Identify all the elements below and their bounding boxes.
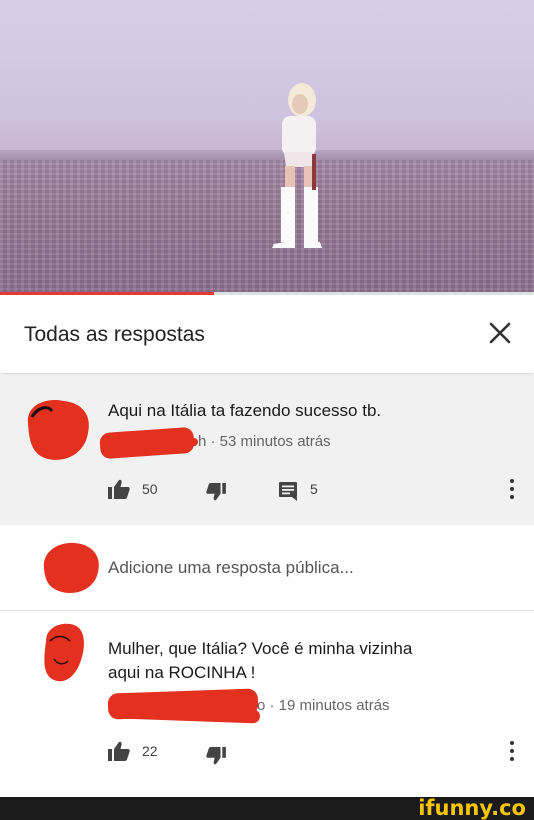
comment-text-line1: Mulher, que Itália? Você é minha vizinha <box>108 639 413 658</box>
avatar[interactable] <box>22 393 94 465</box>
video-player[interactable] <box>0 0 534 295</box>
like-icon[interactable] <box>108 741 130 761</box>
reply-icon[interactable] <box>278 481 298 501</box>
like-count: 50 <box>142 481 158 497</box>
reply-input-placeholder[interactable]: Adicione uma resposta pública... <box>108 558 354 578</box>
redacted-username-mark <box>112 438 198 446</box>
avatar[interactable] <box>40 621 86 685</box>
user-avatar <box>43 542 99 594</box>
parent-comment: Aqui na Itália ta fazendo sucesso tb. h … <box>0 375 534 525</box>
reply-input-row[interactable]: Adicione uma resposta pública... <box>0 526 534 611</box>
more-options-icon[interactable] <box>510 741 516 765</box>
like-icon[interactable] <box>108 479 130 499</box>
person-figure <box>272 83 322 248</box>
dislike-icon[interactable] <box>206 483 226 501</box>
like-count: 22 <box>142 743 158 759</box>
reply-comment: Mulher, que Itália? Você é minha vizinha… <box>0 611 534 797</box>
brand-logo: ifunny.co <box>418 796 526 820</box>
replies-header: Todas as respostas <box>0 295 534 373</box>
watermark-bar: ifunny.co <box>0 797 534 820</box>
more-options-icon[interactable] <box>510 479 516 503</box>
page-title: Todas as respostas <box>24 323 205 346</box>
close-icon[interactable] <box>484 317 516 349</box>
comment-text-line2: aqui na ROCINHA ! <box>108 663 256 682</box>
comment-meta: h · 53 minutos atrás <box>198 433 331 450</box>
dislike-icon[interactable] <box>206 747 226 765</box>
comment-meta: o · 19 minutos atrás <box>257 697 390 714</box>
reply-count: 5 <box>310 481 318 497</box>
comment-text: Aqui na Itália ta fazendo sucesso tb. <box>108 401 382 420</box>
